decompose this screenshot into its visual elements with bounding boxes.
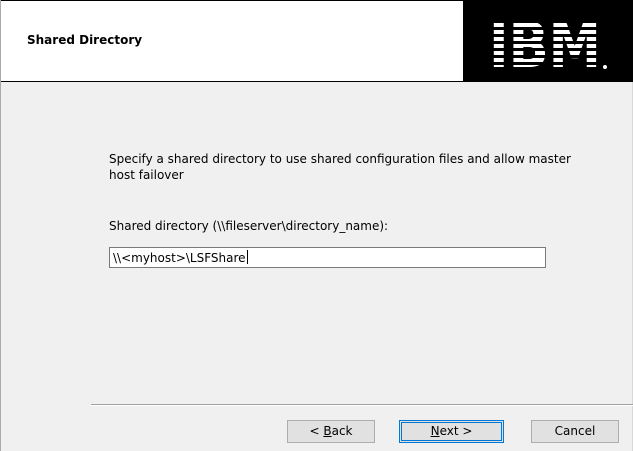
- page-title: Shared Directory: [27, 33, 143, 47]
- ibm-logo: IBM: [463, 1, 633, 81]
- shared-directory-label: Shared directory (\\fileserver\directory…: [109, 219, 389, 233]
- shared-directory-input[interactable]: \\<myhost>\LSFShare: [109, 247, 546, 268]
- cancel-button[interactable]: Cancel: [531, 420, 619, 443]
- back-label-rest: ack: [331, 424, 353, 438]
- next-mnemonic: N: [430, 424, 440, 438]
- next-button[interactable]: Next >: [399, 420, 504, 443]
- ibm-logo-icon: IBM: [489, 15, 607, 71]
- next-label-rest: ext >: [439, 424, 473, 438]
- description-text: Specify a shared directory to use shared…: [109, 152, 571, 182]
- back-button[interactable]: < Back: [287, 420, 375, 443]
- svg-text:IBM: IBM: [489, 15, 601, 71]
- dialog-body: Specify a shared directory to use shared…: [1, 82, 633, 451]
- dialog-header: Shared Directory IBM: [1, 0, 633, 82]
- button-separator: [91, 404, 633, 406]
- back-prefix: <: [309, 424, 324, 438]
- back-mnemonic: B: [323, 424, 332, 438]
- shared-directory-value: \\<myhost>\LSFShare: [113, 251, 246, 265]
- installer-dialog: Shared Directory IBM Specify a shared di…: [0, 0, 633, 451]
- text-caret: [246, 250, 248, 264]
